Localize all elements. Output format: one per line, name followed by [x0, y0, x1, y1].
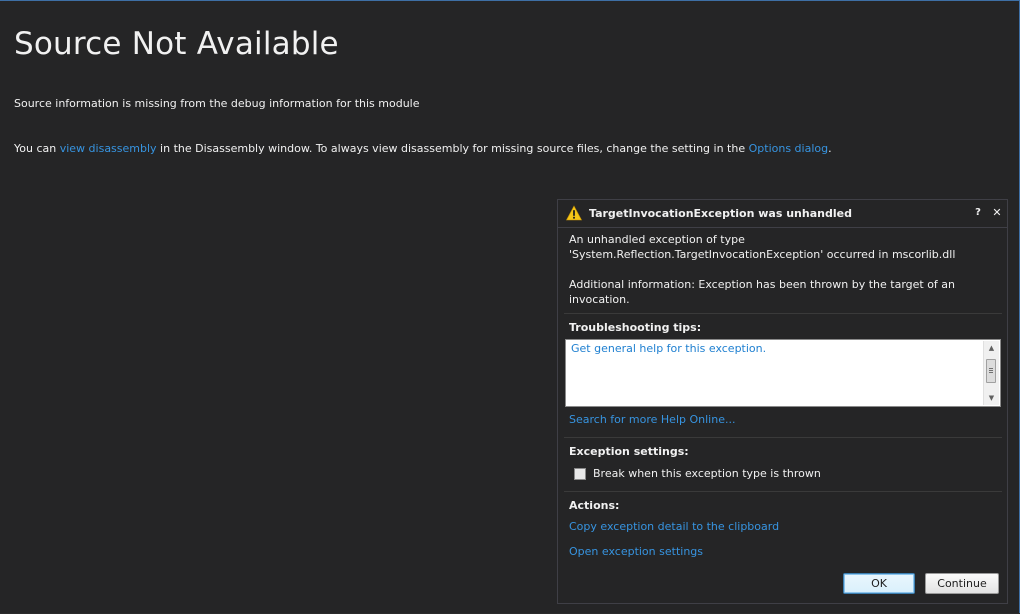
troubleshooting-tips-header: Troubleshooting tips:: [569, 321, 702, 334]
scroll-up-icon[interactable]: ▲: [984, 341, 999, 355]
scroll-down-icon[interactable]: ▼: [984, 391, 999, 405]
divider: [564, 491, 1002, 492]
page-title: Source Not Available: [14, 26, 339, 62]
break-on-throw-checkbox[interactable]: [574, 468, 586, 480]
exception-settings-header: Exception settings:: [569, 445, 689, 458]
continue-button[interactable]: Continue: [925, 573, 999, 594]
exception-header: TargetInvocationException was unhandled …: [558, 200, 1007, 228]
open-exception-settings-link[interactable]: Open exception settings: [569, 545, 703, 558]
ok-button[interactable]: OK: [843, 573, 915, 594]
exception-helper-popup: TargetInvocationException was unhandled …: [557, 199, 1008, 604]
exception-message: An unhandled exception of type 'System.R…: [569, 233, 956, 261]
para-middle: in the Disassembly window. To always vie…: [156, 142, 749, 155]
search-help-online-link[interactable]: Search for more Help Online...: [569, 413, 735, 426]
options-dialog-link[interactable]: Options dialog: [749, 142, 829, 155]
troubleshooting-tips-list: Get general help for this exception. ▲ ▼: [565, 339, 1001, 407]
grip-line: [989, 372, 993, 373]
window-top-border: [0, 0, 1020, 1]
additional-information: Additional information: Exception has be…: [569, 278, 956, 306]
scrollbar-thumb[interactable]: [986, 359, 996, 383]
divider: [564, 437, 1002, 438]
tips-scrollbar[interactable]: ▲ ▼: [983, 341, 999, 405]
view-disassembly-link[interactable]: view disassembly: [60, 142, 157, 155]
break-on-throw-label[interactable]: Break when this exception type is thrown: [593, 467, 821, 480]
exception-title: TargetInvocationException was unhandled: [589, 207, 852, 220]
close-icon[interactable]: ✕: [990, 205, 1004, 221]
para-suffix: .: [828, 142, 832, 155]
general-help-link[interactable]: Get general help for this exception.: [571, 342, 766, 355]
source-info-text: Source information is missing from the d…: [14, 97, 420, 110]
grip-line: [989, 368, 993, 369]
help-icon[interactable]: ?: [971, 205, 985, 221]
disassembly-paragraph: You can view disassembly in the Disassem…: [14, 142, 832, 155]
warning-icon: [566, 205, 582, 221]
para-prefix: You can: [14, 142, 60, 155]
copy-exception-detail-link[interactable]: Copy exception detail to the clipboard: [569, 520, 779, 533]
actions-header: Actions:: [569, 499, 620, 512]
grip-line: [989, 370, 993, 371]
divider: [564, 313, 1002, 314]
